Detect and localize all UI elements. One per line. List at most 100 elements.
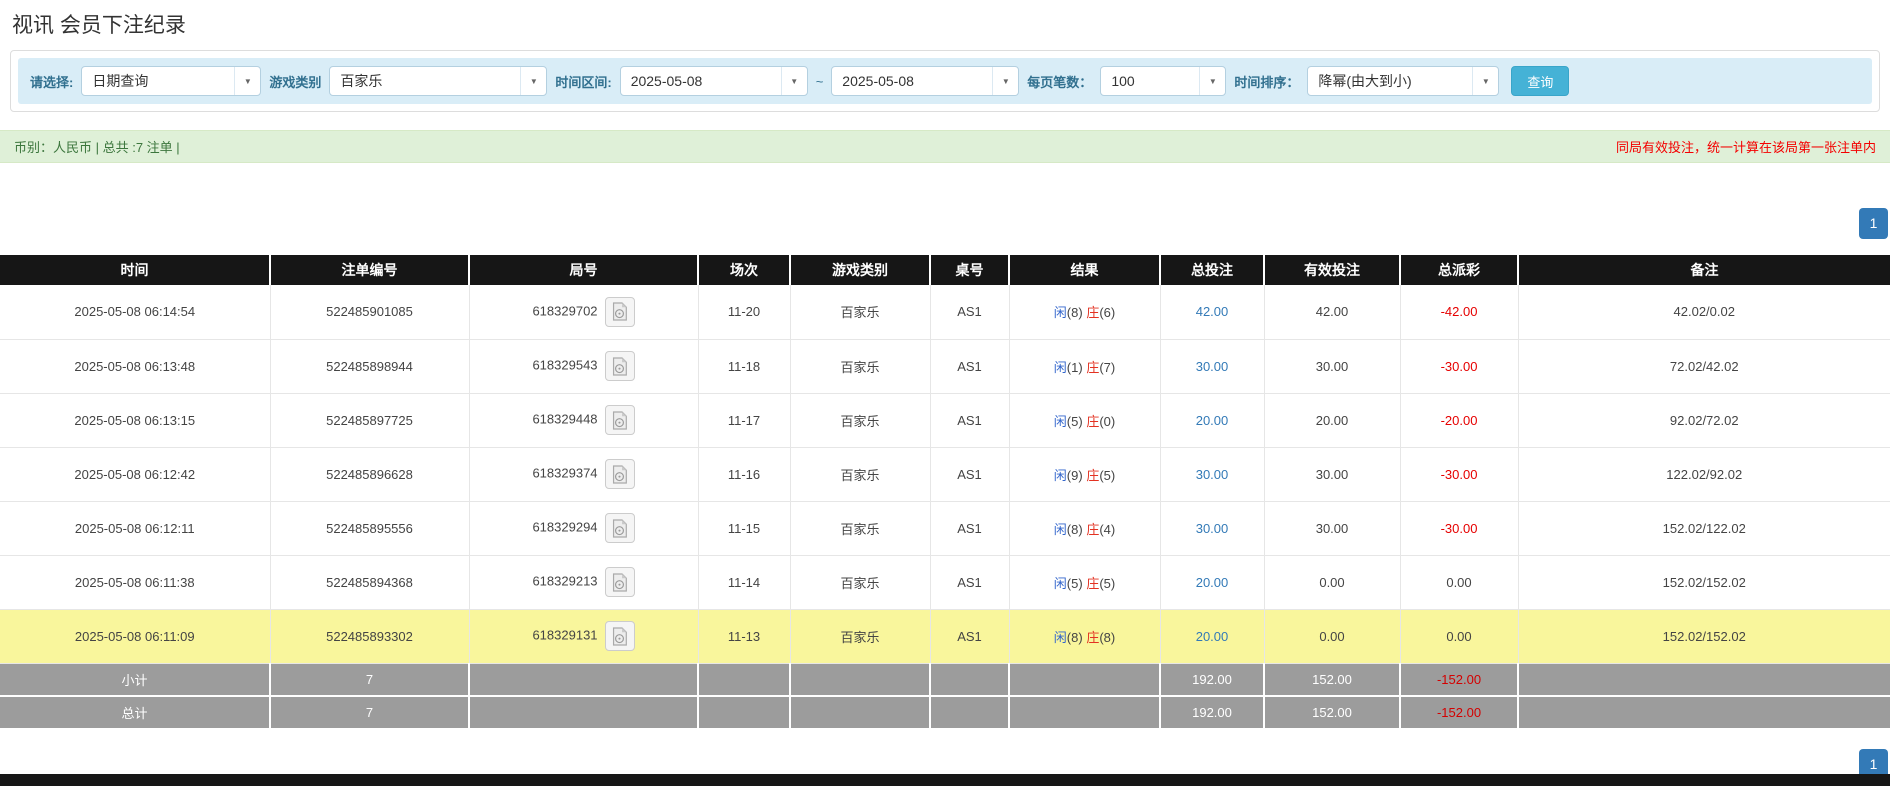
video-replay-icon-button[interactable] — [604, 405, 635, 435]
result-player-score: (5) — [1066, 413, 1083, 429]
total-bet-link[interactable]: 30.00 — [1196, 521, 1229, 536]
total-bet-link[interactable]: 42.00 — [1196, 304, 1229, 319]
note-cell: 92.02/72.02 — [1518, 393, 1890, 448]
result-cell: 闲(8) 庄(4) — [1009, 501, 1161, 556]
time-sort-select[interactable]: 降幂(由大到小) ▼ — [1307, 66, 1500, 96]
chevron-down-icon: ▼ — [1199, 67, 1225, 95]
valid-bet-cell: 0.00 — [1264, 609, 1401, 664]
result-banker-label: 庄 — [1086, 521, 1100, 537]
result-player-score: (8) — [1066, 521, 1083, 537]
time-cell: 小计 — [0, 663, 271, 697]
table-no-cell: AS1 — [930, 285, 1010, 340]
game-cell: 百家乐 — [790, 393, 931, 448]
valid-bet-cell: 30.00 — [1264, 339, 1401, 394]
video-replay-icon-button[interactable] — [604, 296, 635, 327]
video-replay-icon-button[interactable] — [604, 513, 635, 543]
video-replay-icon-button[interactable] — [604, 621, 635, 651]
date-to-select[interactable]: 2025-05-08 ▼ — [831, 66, 1020, 96]
valid-bet-cell: 0.00 — [1264, 555, 1401, 610]
total-bet-link[interactable]: 20.00 — [1196, 413, 1229, 428]
bet-id-cell: 7 — [270, 696, 470, 730]
result-cell — [1009, 696, 1161, 730]
round-number: 618329543 — [532, 357, 598, 373]
total-bet-cell: 30.00 — [1160, 501, 1265, 556]
video-file-icon — [612, 356, 627, 376]
session-cell — [698, 663, 791, 697]
video-replay-icon-button[interactable] — [604, 567, 635, 597]
result-banker-score: (8) — [1099, 629, 1116, 645]
result-cell: 闲(5) 庄(0) — [1009, 393, 1161, 448]
time-range-label: 时间区间: — [555, 74, 612, 90]
page-size-label: 每页笔数： — [1027, 74, 1093, 90]
result-cell: 闲(8) 庄(8) — [1009, 609, 1161, 664]
session-cell: 11-20 — [698, 285, 791, 340]
result-banker-label: 庄 — [1086, 629, 1100, 645]
result-player-label: 闲 — [1053, 359, 1067, 375]
table-no-cell: AS1 — [930, 447, 1010, 502]
total-bet-link[interactable]: 20.00 — [1196, 575, 1229, 590]
filter-panel: 请选择: 日期查询 ▼ 游戏类别 百家乐 ▼ 时间区间: 2025-05-08 … — [10, 50, 1880, 112]
round-number: 618329702 — [532, 303, 598, 319]
game-type-select[interactable]: 百家乐 ▼ — [329, 66, 548, 96]
video-replay-icon-button[interactable] — [604, 351, 635, 381]
game-cell — [790, 663, 931, 697]
video-replay-icon-button[interactable] — [604, 459, 635, 489]
result-player-label: 闲 — [1053, 305, 1067, 321]
total-bet-link[interactable]: 20.00 — [1196, 629, 1229, 644]
session-cell: 11-15 — [698, 501, 791, 556]
chevron-down-icon: ▼ — [234, 67, 260, 95]
round-cell: 618329543 — [469, 339, 699, 394]
result-banker-score: (0) — [1099, 413, 1116, 429]
date-from-select[interactable]: 2025-05-08 ▼ — [619, 66, 808, 96]
table-no-cell — [930, 696, 1010, 730]
time-cell: 2025-05-08 06:13:48 — [0, 339, 271, 394]
search-button[interactable]: 查询 — [1511, 66, 1570, 96]
note-cell: 152.02/122.02 — [1518, 501, 1890, 556]
video-file-icon — [612, 572, 627, 592]
currency-summary-text: 币别：人民币 | 总共 :7 注单 | — [14, 140, 180, 155]
session-cell: 11-16 — [698, 447, 791, 502]
result-player-score: (5) — [1066, 575, 1083, 591]
note-cell — [1518, 663, 1890, 697]
total-bet-link[interactable]: 30.00 — [1196, 359, 1229, 374]
round-number: 618329448 — [532, 411, 598, 427]
column-header: 局号 — [469, 255, 699, 285]
time-cell: 2025-05-08 06:11:09 — [0, 609, 271, 664]
round-number: 618329213 — [532, 573, 598, 589]
result-cell: 闲(1) 庄(7) — [1009, 339, 1161, 394]
table-row: 2025-05-08 06:14:54 522485901085 618329702… — [0, 285, 1890, 340]
total-bet-cell: 192.00 — [1160, 663, 1265, 697]
bet-id-cell: 522485898944 — [270, 339, 470, 394]
bet-id-cell: 522485895556 — [270, 501, 470, 556]
note-cell: 152.02/152.02 — [1518, 555, 1890, 610]
total-bet-link[interactable]: 30.00 — [1196, 467, 1229, 482]
time-sort-label: 时间排序： — [1234, 74, 1300, 90]
game-cell — [790, 696, 931, 730]
page-size-select[interactable]: 100 ▼ — [1100, 66, 1227, 96]
total-bet-cell: 20.00 — [1160, 555, 1265, 610]
pagination-page-1[interactable]: 1 — [1859, 208, 1888, 239]
result-player-label: 闲 — [1053, 467, 1067, 483]
video-file-icon — [612, 626, 627, 646]
column-header: 游戏类别 — [790, 255, 931, 285]
video-file-icon — [612, 302, 627, 321]
game-cell: 百家乐 — [790, 447, 931, 502]
query-type-select[interactable]: 日期查询 ▼ — [81, 66, 262, 96]
valid-bet-cell: 20.00 — [1264, 393, 1401, 448]
time-cell: 2025-05-08 06:12:42 — [0, 447, 271, 502]
column-header: 备注 — [1518, 255, 1890, 285]
round-cell: 618329213 — [469, 555, 699, 610]
result-player-label: 闲 — [1053, 575, 1067, 591]
round-cell: 618329131 — [469, 609, 699, 664]
valid-bet-cell: 30.00 — [1264, 501, 1401, 556]
total-bet-cell: 192.00 — [1160, 696, 1265, 730]
table-no-cell: AS1 — [930, 339, 1010, 394]
note-cell: 72.02/42.02 — [1518, 339, 1890, 394]
result-player-score: (8) — [1066, 629, 1083, 645]
note-cell: 122.02/92.02 — [1518, 447, 1890, 502]
result-player-score: (8) — [1066, 305, 1083, 321]
result-banker-label: 庄 — [1086, 575, 1100, 591]
column-header: 结果 — [1009, 255, 1161, 285]
total-row: 总计 7 192.00 152.00 -152.00 — [0, 696, 1890, 730]
table-no-cell: AS1 — [930, 609, 1010, 664]
